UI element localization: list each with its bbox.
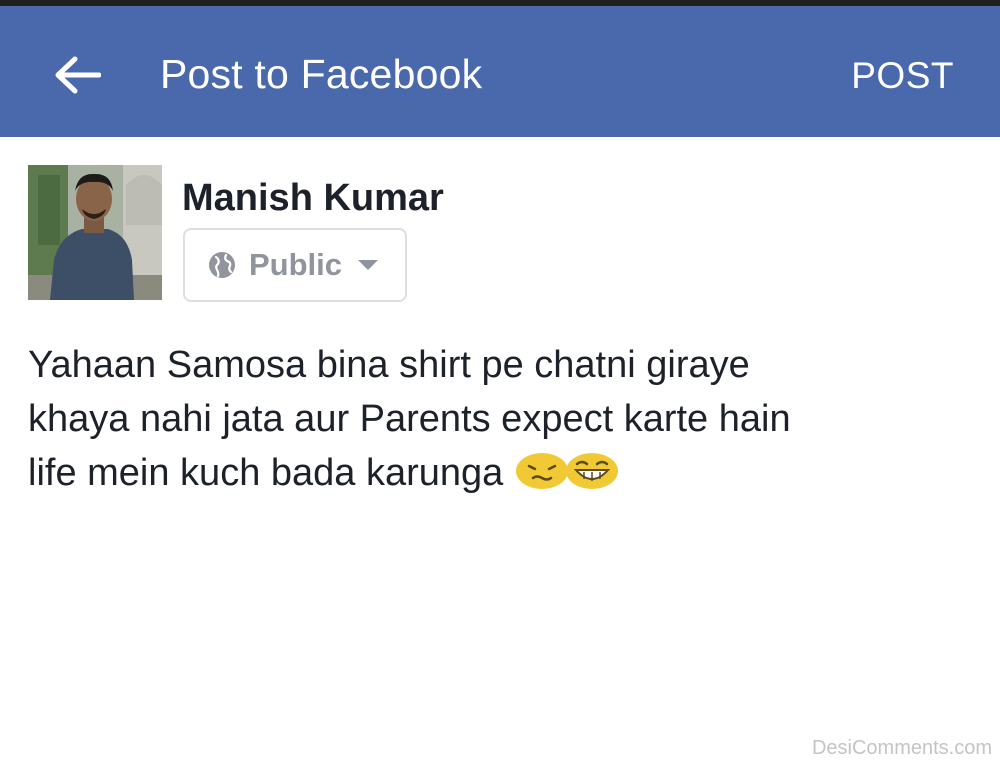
post-text[interactable]: Yahaan Samosa bina shirt pe chatni giray… bbox=[28, 338, 978, 500]
avatar-photo bbox=[28, 165, 162, 300]
app-header: Post to Facebook POST bbox=[0, 6, 1000, 137]
caret-down-icon bbox=[356, 258, 380, 272]
post-text-line-content: life mein kuch bada karunga bbox=[28, 452, 504, 494]
post-text-line: khaya nahi jata aur Parents expect karte… bbox=[28, 398, 791, 440]
privacy-selector[interactable]: Public bbox=[183, 228, 407, 302]
post-composer-screen: Post to Facebook POST Manish Kumar Publi… bbox=[0, 0, 1000, 766]
post-button[interactable]: POST bbox=[851, 54, 954, 98]
back-button[interactable] bbox=[44, 42, 110, 108]
post-text-line: life mein kuch bada karunga bbox=[28, 446, 978, 500]
globe-icon bbox=[207, 250, 237, 280]
page-title: Post to Facebook bbox=[160, 51, 483, 97]
avatar bbox=[28, 165, 162, 300]
user-name: Manish Kumar bbox=[182, 177, 444, 219]
emoji-group bbox=[515, 452, 619, 490]
privacy-label: Public bbox=[249, 247, 343, 282]
confounded-face-emoji bbox=[515, 452, 569, 490]
watermark: DesiComments.com bbox=[811, 737, 992, 759]
grinning-face-emoji bbox=[565, 452, 619, 490]
arrow-left-icon bbox=[55, 56, 101, 94]
post-text-line: Yahaan Samosa bina shirt pe chatni giray… bbox=[28, 344, 750, 386]
